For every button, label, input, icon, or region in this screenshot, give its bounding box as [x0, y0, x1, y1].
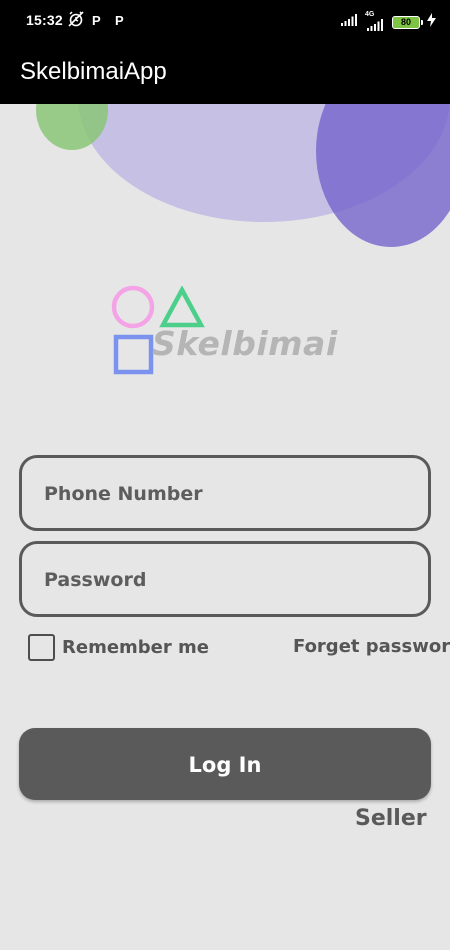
app-logo: Skelbimai: [110, 284, 350, 378]
network-type-label: 4G: [365, 11, 375, 18]
password-input[interactable]: Password: [19, 541, 431, 617]
password-placeholder: Password: [44, 569, 147, 591]
status-right-group: 4G 80: [341, 10, 436, 34]
signal-icon: [341, 13, 358, 31]
phone-number-input[interactable]: Phone Number: [19, 455, 431, 531]
app-title: SkelbimaiApp: [20, 58, 167, 85]
status-bar: 15:32 P P 4G 80: [0, 0, 450, 44]
parking-icon: P: [92, 13, 101, 28]
logo-text: Skelbimai: [152, 324, 338, 363]
forget-password-link[interactable]: Forget password: [293, 636, 450, 657]
battery-icon: 80: [392, 15, 423, 29]
signal-4g-icon: 4G: [365, 11, 385, 31]
square-shape-icon: [113, 334, 155, 381]
login-button[interactable]: Log In: [19, 728, 431, 800]
status-time: 15:32: [26, 12, 63, 28]
seller-link[interactable]: Seller: [355, 806, 427, 831]
charging-icon: [427, 12, 436, 32]
remember-me-label: Remember me: [62, 636, 209, 658]
remember-me-row[interactable]: Remember me: [28, 633, 209, 661]
alarm-off-icon: [67, 10, 85, 33]
remember-me-checkbox[interactable]: [28, 633, 55, 661]
circle-shape-icon: [110, 284, 158, 337]
phone-number-placeholder: Phone Number: [44, 483, 203, 505]
parking-icon: P: [115, 13, 124, 28]
app-bar: SkelbimaiApp: [0, 44, 450, 104]
